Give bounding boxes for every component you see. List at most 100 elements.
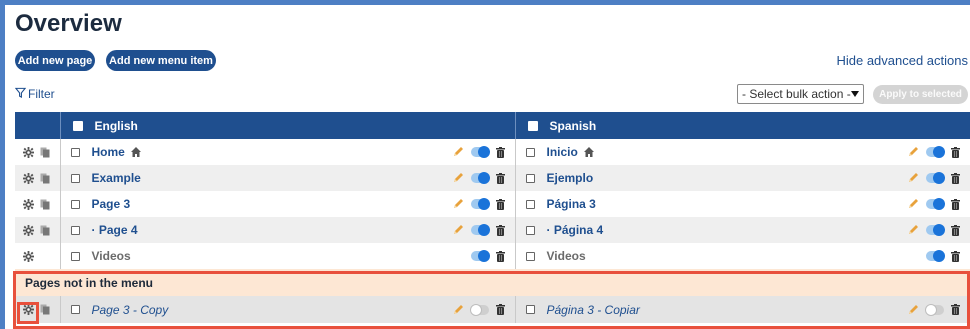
visibility-toggle[interactable] (926, 172, 945, 184)
copy-icon[interactable] (40, 304, 50, 315)
row-checkbox[interactable] (70, 225, 80, 235)
gear-icon[interactable] (23, 146, 34, 158)
trash-icon[interactable] (951, 198, 960, 210)
page-link[interactable]: Page 3 (92, 197, 131, 211)
trash-icon[interactable] (951, 172, 960, 184)
page-link[interactable]: · Página 4 (547, 223, 604, 237)
row-checkbox[interactable] (525, 251, 535, 261)
hide-advanced-actions-link[interactable]: Hide advanced actions (836, 53, 968, 68)
toggle-knob (925, 303, 937, 316)
copy-icon[interactable] (40, 147, 50, 158)
gear-icon[interactable] (23, 198, 34, 210)
filter-link[interactable]: Filter (14, 87, 55, 101)
copy-icon[interactable] (40, 199, 50, 210)
visibility-toggle[interactable] (926, 224, 945, 236)
trash-icon[interactable] (495, 250, 505, 262)
add-new-menu-item-button[interactable]: Add new menu item (106, 50, 216, 71)
page-link[interactable]: Inicio (547, 145, 578, 159)
copy-icon[interactable] (40, 225, 50, 236)
page-link[interactable]: Example (92, 171, 141, 185)
trash-icon[interactable] (951, 224, 960, 236)
page-link[interactable]: Página 3 - Copiar (547, 303, 640, 317)
frame-left-border (0, 0, 5, 329)
visibility-toggle[interactable] (926, 198, 945, 210)
cell-inner: Página 3 - Copiar (516, 297, 970, 323)
trash-icon[interactable] (951, 304, 960, 315)
toggle-knob (933, 250, 945, 262)
page-link[interactable]: Home (92, 145, 125, 159)
visibility-toggle[interactable] (469, 303, 489, 316)
page-link[interactable]: Videos (92, 249, 131, 263)
header-spanish-label: Spanish (549, 118, 597, 133)
visibility-toggle[interactable] (470, 172, 490, 184)
row-actions-wrap (23, 198, 60, 210)
gear-icon[interactable] (23, 304, 34, 315)
bulk-action-select[interactable]: - Select bulk action - (737, 84, 864, 104)
cell-icons (907, 303, 960, 316)
row-checkbox[interactable] (525, 147, 535, 157)
cell-inner: Inicio (516, 139, 970, 165)
trash-icon[interactable] (951, 146, 960, 158)
table-row: Page 3 - Copy Página 3 - Copiar (15, 296, 970, 323)
visibility-toggle[interactable] (926, 250, 945, 262)
row-actions-wrap (23, 172, 60, 184)
trash-icon[interactable] (495, 146, 505, 158)
gear-icon[interactable] (23, 172, 34, 184)
pencil-icon[interactable] (452, 146, 464, 158)
pencil-icon[interactable] (452, 224, 464, 236)
select-all-spanish-checkbox[interactable] (527, 120, 538, 131)
cell-inner: · Page 4 (61, 217, 515, 243)
page-link[interactable]: Page 3 - Copy (92, 303, 169, 317)
page-link[interactable]: · Page 4 (92, 223, 138, 237)
pencil-icon[interactable] (907, 172, 919, 184)
visibility-toggle[interactable] (470, 224, 490, 236)
table-header-row: English Spanish (15, 112, 970, 139)
frame-top-border (0, 0, 970, 5)
pencil-icon[interactable] (452, 198, 464, 210)
trash-icon[interactable] (951, 250, 960, 262)
row-checkbox[interactable] (525, 199, 535, 209)
trash-icon[interactable] (495, 172, 505, 184)
gear-icon[interactable] (23, 250, 34, 262)
apply-to-selected-button[interactable]: Apply to selected (873, 85, 968, 104)
page-link[interactable]: Videos (547, 249, 586, 263)
trash-icon[interactable] (495, 198, 505, 210)
cell-inner: Videos (516, 243, 970, 269)
visibility-toggle[interactable] (470, 198, 490, 210)
pencil-icon[interactable] (907, 304, 919, 316)
cell-english: · Page 4 (59, 217, 515, 243)
cell-inner: Home (61, 139, 515, 165)
cell-icons (470, 250, 505, 262)
pencil-icon[interactable] (452, 304, 464, 316)
row-checkbox[interactable] (70, 305, 80, 314)
page-link[interactable]: Ejemplo (547, 171, 594, 185)
row-checkbox[interactable] (70, 147, 80, 157)
pencil-icon[interactable] (907, 224, 919, 236)
row-checkbox[interactable] (70, 173, 80, 183)
visibility-toggle[interactable] (925, 303, 944, 316)
pencil-icon[interactable] (907, 198, 919, 210)
visibility-toggle[interactable] (926, 146, 945, 158)
row-checkbox[interactable] (70, 251, 80, 261)
row-checkbox[interactable] (70, 199, 80, 209)
copy-icon[interactable] (40, 173, 50, 184)
trash-icon[interactable] (495, 224, 505, 236)
row-actions-wrap (23, 250, 60, 262)
select-all-english-checkbox[interactable] (72, 120, 83, 131)
cell-icons (452, 198, 505, 210)
table-row: · Page 4 · Página 4 (15, 217, 970, 243)
visibility-toggle[interactable] (470, 250, 490, 262)
home-icon (583, 146, 595, 158)
trash-icon[interactable] (495, 304, 505, 315)
cell-inner: Página 3 (516, 191, 970, 217)
add-new-page-button[interactable]: Add new page (15, 50, 95, 71)
row-checkbox[interactable] (525, 305, 535, 314)
visibility-toggle[interactable] (470, 146, 490, 158)
gear-icon[interactable] (23, 224, 34, 236)
row-checkbox[interactable] (525, 173, 535, 183)
row-checkbox[interactable] (525, 225, 535, 235)
pencil-icon[interactable] (907, 146, 919, 158)
pencil-icon[interactable] (452, 172, 464, 184)
page-link[interactable]: Página 3 (547, 197, 596, 211)
cell-icons (452, 146, 505, 158)
